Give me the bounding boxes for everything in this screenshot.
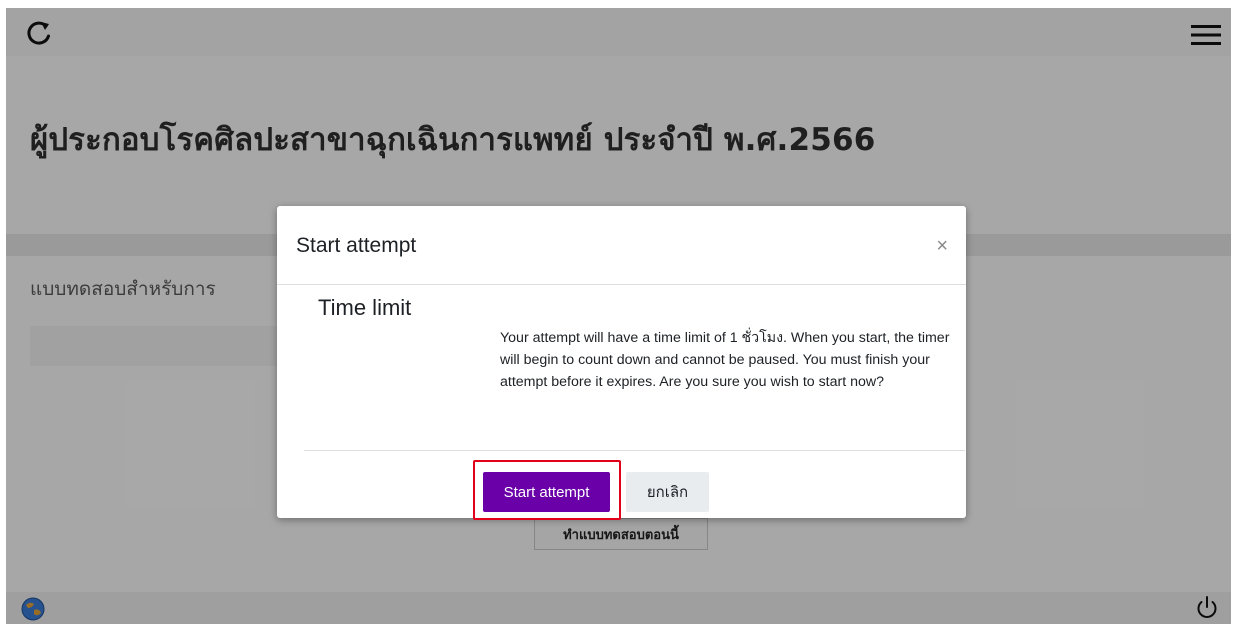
cancel-button[interactable]: ยกเลิก: [626, 472, 709, 512]
dialog-footer-divider: [304, 450, 965, 451]
time-limit-message: Your attempt will have a time limit of 1…: [500, 330, 950, 390]
dialog-title: Start attempt: [296, 234, 417, 257]
time-limit-heading: Time limit: [318, 295, 412, 320]
app-frame: ผู้ประกอบโรคศิลปะสาขาฉุกเฉินการแพทย์ ประ…: [6, 8, 1231, 624]
dialog-header: Start attempt ×: [277, 206, 966, 285]
start-attempt-dialog: Start attempt × Time limit Your attempt …: [277, 206, 966, 520]
close-icon[interactable]: ×: [936, 236, 948, 256]
start-attempt-button[interactable]: Start attempt: [483, 472, 610, 512]
